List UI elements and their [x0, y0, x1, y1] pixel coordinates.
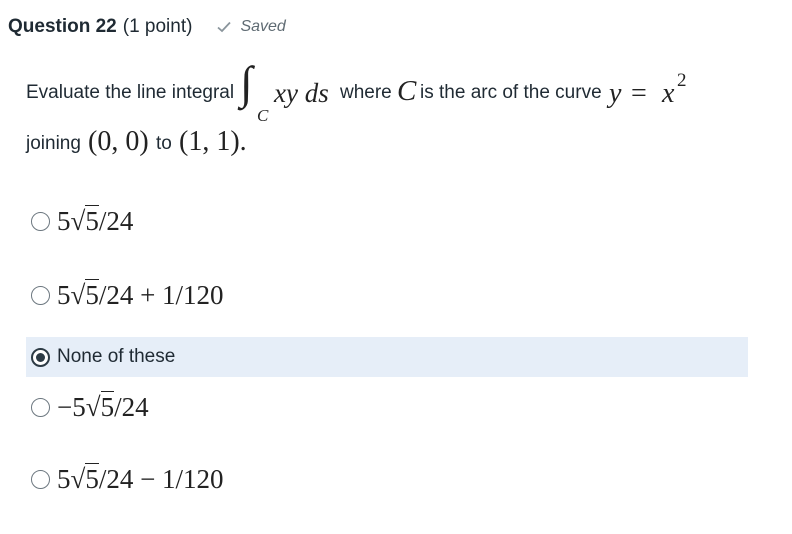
answer-option-3[interactable]: None of these	[26, 337, 748, 377]
saved-label: Saved	[240, 18, 286, 35]
check-icon	[217, 21, 232, 33]
question-text-arc: is the arc of the curve	[420, 82, 602, 103]
saved-status: Saved	[216, 18, 286, 36]
curve-symbol: C	[397, 75, 417, 107]
question-text-joining: joining	[26, 133, 81, 154]
curve-eq-rhs: x	[662, 78, 675, 109]
option-label: None of these	[57, 346, 176, 367]
integrand: xy ds	[274, 78, 329, 108]
question-text-to: to	[156, 133, 172, 154]
question-line-2: joining (0, 0) to (1, 1).	[26, 126, 766, 168]
radio-button[interactable]	[31, 211, 50, 231]
curve-eq-lhs: y	[609, 78, 622, 109]
question-header: Question 22 (1 point) Saved	[8, 14, 286, 40]
option-label: 5√5/24 + 1/120	[57, 279, 224, 310]
option-label: −5√5/24	[57, 391, 149, 422]
question-text-where: where	[340, 82, 392, 103]
radio-button-selected[interactable]	[31, 347, 50, 367]
answer-option-4[interactable]: −5√5/24	[26, 387, 748, 427]
question-title: Question 22	[8, 16, 117, 37]
option-label: 5√5/24	[57, 205, 134, 236]
option-label: 5√5/24 − 1/120	[57, 463, 224, 494]
radio-button[interactable]	[31, 285, 50, 305]
curve-eq-exponent: 2	[677, 70, 687, 91]
question-line-1: Evaluate the line integral ∫ C xy ds whe…	[26, 57, 766, 128]
question-points: (1 point)	[122, 16, 193, 37]
answer-option-1[interactable]: 5√5/24	[26, 201, 748, 241]
point-start: (0, 0)	[88, 126, 149, 157]
curve-eq-op: =	[631, 78, 647, 109]
radio-button[interactable]	[31, 397, 50, 417]
radio-button[interactable]	[31, 469, 50, 489]
question-text-intro: Evaluate the line integral	[26, 82, 235, 103]
integral-subscript: C	[257, 106, 269, 125]
point-end: (1, 1).	[179, 126, 247, 157]
integral-sign: ∫	[240, 57, 253, 108]
answer-option-2[interactable]: 5√5/24 + 1/120	[26, 275, 748, 315]
answer-option-5[interactable]: 5√5/24 − 1/120	[26, 459, 748, 499]
